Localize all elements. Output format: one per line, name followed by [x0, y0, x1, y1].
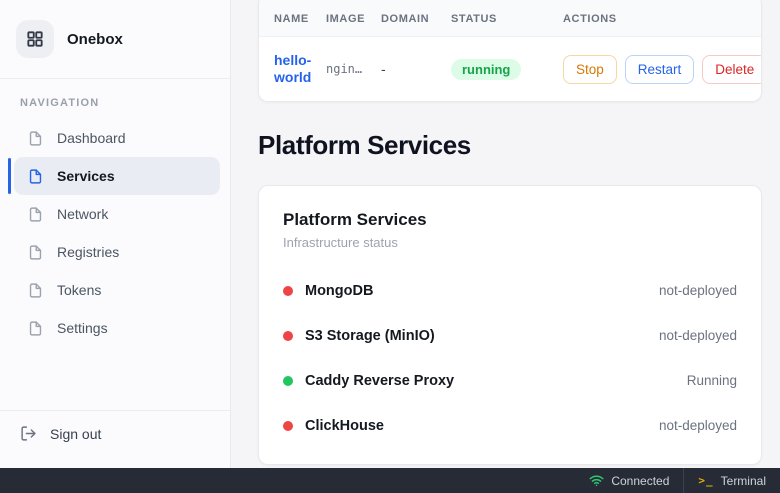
sidebar-item-label: Services [57, 168, 115, 184]
sidebar-item-services[interactable]: Services [14, 157, 220, 195]
connected-label: Connected [611, 474, 669, 488]
file-icon [27, 282, 44, 299]
column-header-status: STATUS [451, 13, 563, 25]
sidebar-item-label: Network [57, 206, 108, 222]
sidebar-nav: Dashboard Services Network Registries Tokens… [0, 119, 230, 347]
column-header-name: NAME [274, 13, 326, 25]
column-header-image: IMAGE [326, 13, 381, 25]
file-icon [27, 168, 44, 185]
status-dot-red [283, 421, 293, 431]
row-actions: Stop RestartDelete [563, 55, 762, 84]
sidebar-footer: Sign out [0, 410, 230, 468]
services-table: NAME IMAGE DOMAIN STATUS ACTIONS hello-w… [258, 0, 762, 102]
sidebar: Onebox NAVIGATION Dashboard Services Netwo… [0, 0, 231, 468]
sidebar-item-dashboard[interactable]: Dashboard [14, 119, 220, 157]
service-domain: - [381, 61, 451, 77]
table-header-row: NAME IMAGE DOMAIN STATUS ACTIONS [259, 0, 761, 37]
table-row: hello-worldngin…-running Stop RestartDelet… [259, 37, 761, 101]
status-bar: Connected >_ Terminal [0, 468, 780, 493]
navigation-section-label: NAVIGATION [20, 97, 210, 109]
page-title: Platform Services [258, 130, 762, 161]
table-body: hello-worldngin…-running Stop RestartDelet… [259, 37, 761, 101]
sign-out-label: Sign out [50, 426, 101, 442]
sidebar-item-tokens[interactable]: Tokens [14, 271, 220, 309]
connection-status: Connected [575, 468, 683, 493]
delete-button[interactable]: Delete [702, 55, 762, 84]
service-status-cell: running [451, 59, 563, 80]
platform-service-name: Caddy Reverse Proxy [305, 373, 454, 389]
platform-service-status: not-deployed [659, 418, 737, 433]
status-badge: running [451, 59, 521, 80]
platform-services-card: Platform Services Infrastructure status … [258, 185, 762, 465]
main-panel: NAME IMAGE DOMAIN STATUS ACTIONS hello-w… [231, 0, 780, 468]
terminal-button[interactable]: >_ Terminal [683, 468, 780, 493]
platform-service-row: S3 Storage (MinIO) not-deployed [283, 313, 737, 358]
sidebar-item-network[interactable]: Network [14, 195, 220, 233]
sidebar-item-registries[interactable]: Registries [14, 233, 220, 271]
platform-service-row: Caddy Reverse Proxy Running [283, 358, 737, 403]
column-header-actions: ACTIONS [563, 13, 761, 25]
content-area: Onebox NAVIGATION Dashboard Services Netwo… [0, 0, 780, 468]
file-icon [27, 206, 44, 223]
sidebar-item-label: Dashboard [57, 130, 126, 146]
platform-service-name: ClickHouse [305, 418, 384, 434]
brand-name: Onebox [67, 31, 123, 48]
file-icon [27, 130, 44, 147]
status-dot-red [283, 286, 293, 296]
platform-service-row: ClickHouse not-deployed [283, 403, 737, 448]
platform-services-list: MongoDB not-deployed S3 Storage (MinIO) not… [283, 268, 737, 448]
sign-out-button[interactable]: Sign out [20, 425, 210, 442]
platform-service-status: not-deployed [659, 328, 737, 343]
service-image: ngin… [326, 62, 381, 76]
terminal-icon: >_ [698, 474, 713, 487]
service-name-link[interactable]: hello-world [274, 52, 326, 86]
onebox-logo [16, 20, 54, 58]
terminal-label: Terminal [721, 474, 766, 488]
app-window: Onebox NAVIGATION Dashboard Services Netwo… [0, 0, 780, 493]
wifi-icon [589, 474, 604, 487]
file-icon [27, 244, 44, 261]
restart-button[interactable]: Restart [625, 55, 695, 84]
sidebar-item-settings[interactable]: Settings [14, 309, 220, 347]
platform-service-name: MongoDB [305, 283, 373, 299]
platform-service-status: not-deployed [659, 283, 737, 298]
platform-service-name: S3 Storage (MinIO) [305, 328, 435, 344]
sidebar-item-label: Tokens [57, 282, 101, 298]
platform-service-row: MongoDB not-deployed [283, 268, 737, 313]
card-subtitle: Infrastructure status [283, 235, 737, 250]
brand-header: Onebox [0, 0, 230, 79]
status-dot-red [283, 331, 293, 341]
file-icon [27, 320, 44, 337]
grid-icon [25, 29, 45, 49]
card-title: Platform Services [283, 210, 737, 230]
logout-icon [20, 425, 37, 442]
column-header-domain: DOMAIN [381, 13, 451, 25]
platform-service-status: Running [687, 373, 737, 388]
stop-button[interactable]: Stop [563, 55, 617, 84]
status-dot-green [283, 376, 293, 386]
sidebar-item-label: Settings [57, 320, 108, 336]
sidebar-item-label: Registries [57, 244, 119, 260]
